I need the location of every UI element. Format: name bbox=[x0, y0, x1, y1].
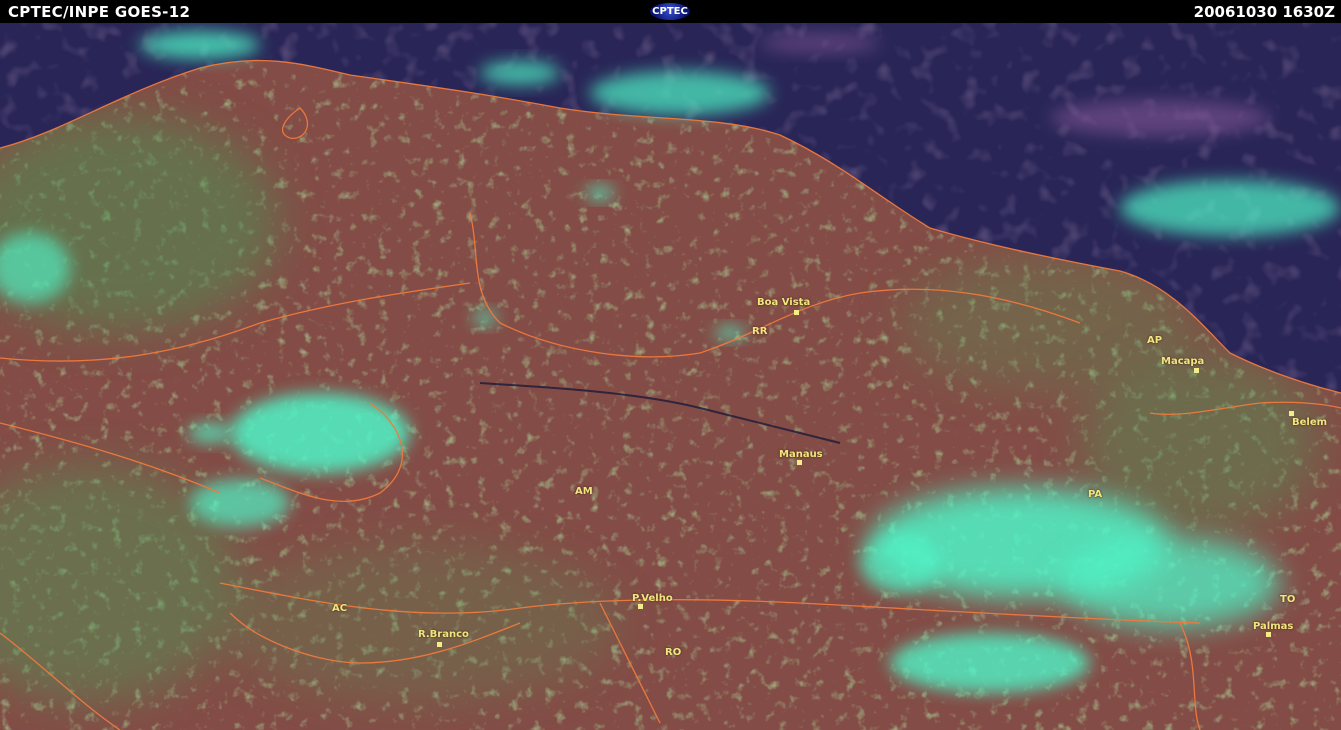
city-marker-manaus bbox=[797, 460, 802, 465]
state-label-ac: AC bbox=[332, 603, 348, 614]
satellite-composite bbox=[0, 23, 1341, 730]
city-label-manaus: Manaus bbox=[779, 449, 823, 460]
city-label-belem: Belem bbox=[1292, 417, 1328, 428]
state-label-rr: RR bbox=[752, 326, 768, 337]
city-marker-boa-vista bbox=[794, 310, 799, 315]
city-label-rio-branco: R.Branco bbox=[418, 629, 469, 640]
city-label-macapa: Macapa bbox=[1161, 356, 1205, 367]
city-label-porto-velho: P.Velho bbox=[632, 593, 673, 604]
city-marker-belem bbox=[1289, 411, 1294, 416]
header-bar: CPTEC/INPE GOES-12 CPTEC 20061030 1630Z bbox=[0, 0, 1341, 23]
state-label-ro: RO bbox=[665, 647, 682, 658]
state-label-to: TO bbox=[1280, 594, 1296, 605]
city-marker-rio-branco bbox=[437, 642, 442, 647]
product-title: CPTEC/INPE GOES-12 bbox=[8, 3, 191, 21]
state-label-am: AM bbox=[575, 486, 593, 497]
state-label-pa: PA bbox=[1088, 489, 1103, 500]
city-label-boa-vista: Boa Vista bbox=[757, 297, 811, 308]
city-marker-macapa bbox=[1194, 368, 1199, 373]
city-marker-palmas bbox=[1266, 632, 1271, 637]
satellite-image: Boa Vista RR AP Macapa Belem Manaus AM P… bbox=[0, 23, 1341, 730]
city-marker-porto-velho bbox=[638, 604, 643, 609]
city-label-palmas: Palmas bbox=[1253, 621, 1294, 632]
state-label-ap: AP bbox=[1147, 335, 1163, 346]
image-timestamp: 20061030 1630Z bbox=[1193, 3, 1335, 21]
cptec-logo: CPTEC bbox=[650, 3, 690, 20]
